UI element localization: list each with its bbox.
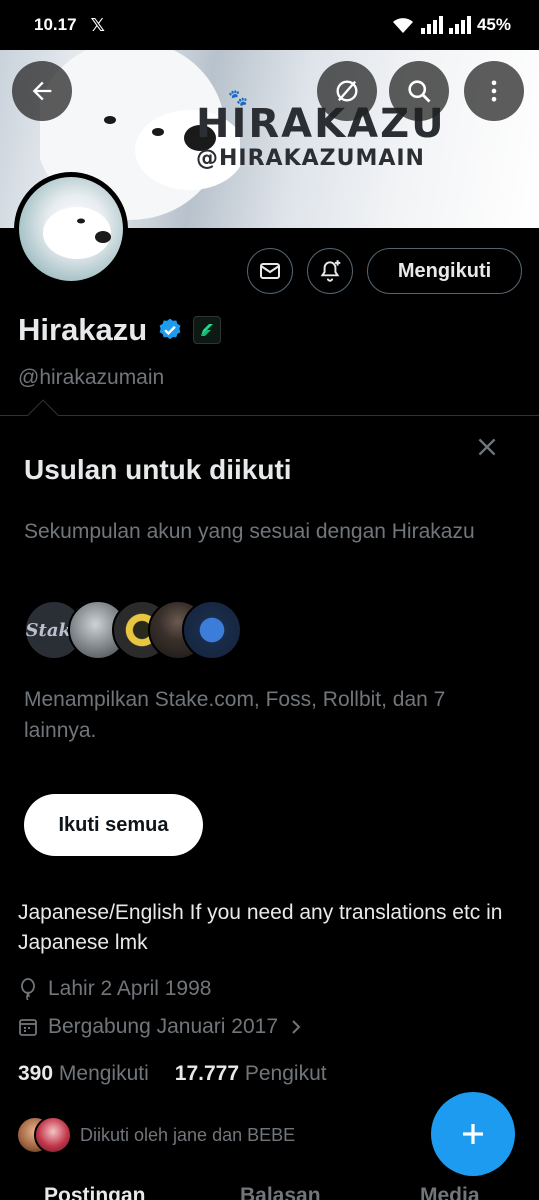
followers-count: 17.777 [174, 1062, 240, 1085]
follow-stats: 390 Mengikuti 17.777 Pengikut [18, 1062, 327, 1086]
suggestions-note: Menampilkan Stake.com, Foss, Rollbit, da… [24, 688, 446, 742]
followed-by-avatars [16, 1116, 72, 1154]
status-bar: 10.17 𝕏 45% [0, 0, 539, 50]
mail-icon [260, 263, 280, 279]
profile-bio: Japanese/English If you need any transla… [18, 901, 503, 954]
grok-button[interactable] [317, 61, 377, 121]
back-button[interactable] [12, 61, 72, 121]
plus-icon [463, 1124, 483, 1144]
status-time: 10.17 [34, 15, 77, 34]
followers-label: Pengikut [244, 1062, 327, 1085]
suggestions-subtitle: Sekumpulan akun yang sesuai dengan Hirak… [24, 520, 475, 543]
following-label: Mengikuti [58, 1062, 149, 1085]
follower-avatar-bebe [34, 1116, 72, 1154]
verified-badge-icon[interactable] [157, 317, 183, 343]
tab-balasan[interactable]: Balasan [240, 1184, 321, 1200]
following-button[interactable]: Mengikuti [367, 248, 522, 294]
followers-stat[interactable]: 17.777 Pengikut [175, 1062, 327, 1086]
notifications-button[interactable] [307, 248, 353, 294]
calendar-icon [19, 1019, 37, 1036]
message-button[interactable] [247, 248, 293, 294]
joined-row[interactable]: Bergabung Januari 2017 [18, 1015, 304, 1039]
arrow-left-icon [32, 81, 52, 101]
signal-icon [420, 16, 443, 34]
divider [0, 415, 539, 416]
more-button[interactable] [464, 61, 524, 121]
suggestions-title: Usulan untuk diikuti [24, 454, 292, 485]
tab-postingan[interactable]: Postingan [44, 1184, 146, 1200]
x-logo-icon: 𝕏 [90, 14, 106, 35]
profile-name: Hirakazu [18, 312, 148, 347]
signal-icon-2 [448, 16, 471, 34]
close-icon [478, 438, 496, 456]
follow-all-button[interactable]: Ikuti semua [24, 794, 203, 856]
avatar-image [19, 177, 123, 281]
slashed-circle-icon [336, 80, 358, 102]
affiliate-badge-icon[interactable] [193, 316, 222, 344]
suggestion-caret [27, 399, 59, 431]
compose-button[interactable] [431, 1092, 515, 1176]
name-row: Hirakazu [18, 312, 222, 348]
search-button[interactable] [389, 61, 449, 121]
birth-row: Lahir 2 April 1998 [18, 977, 211, 1001]
chevron-right-icon [292, 1020, 301, 1034]
following-count: 390 [18, 1062, 54, 1085]
profile-handle: @hirakazumain [18, 366, 165, 389]
birth-date: Lahir 2 April 1998 [48, 977, 212, 1000]
followed-by-text: Diikuti oleh jane dan BEBE [80, 1124, 296, 1145]
joined-date: Bergabung Januari 2017 [48, 1015, 279, 1038]
battery-percent: 45% [476, 15, 511, 34]
profile-tabs: Postingan Balasan Media [0, 1180, 539, 1200]
followed-by-row[interactable]: Diikuti oleh jane dan BEBE [16, 1116, 295, 1154]
profile-avatar[interactable] [14, 172, 128, 286]
banner-brand-handle: @HIRAKAZUMAIN [196, 146, 425, 171]
suggested-avatar-5[interactable] [182, 600, 242, 660]
close-suggestions-button[interactable] [470, 430, 504, 464]
more-vertical-icon [491, 80, 497, 102]
dog-avatar-image [43, 207, 111, 259]
wifi-icon [392, 18, 413, 33]
search-icon [408, 80, 431, 103]
balloon-icon [21, 978, 35, 1000]
following-stat[interactable]: 390 Mengikuti [18, 1062, 149, 1086]
bell-plus-icon [320, 260, 341, 282]
tab-media[interactable]: Media [420, 1184, 480, 1200]
suggested-avatars[interactable]: Stake [24, 600, 244, 660]
status-right: 45% [391, 15, 511, 35]
